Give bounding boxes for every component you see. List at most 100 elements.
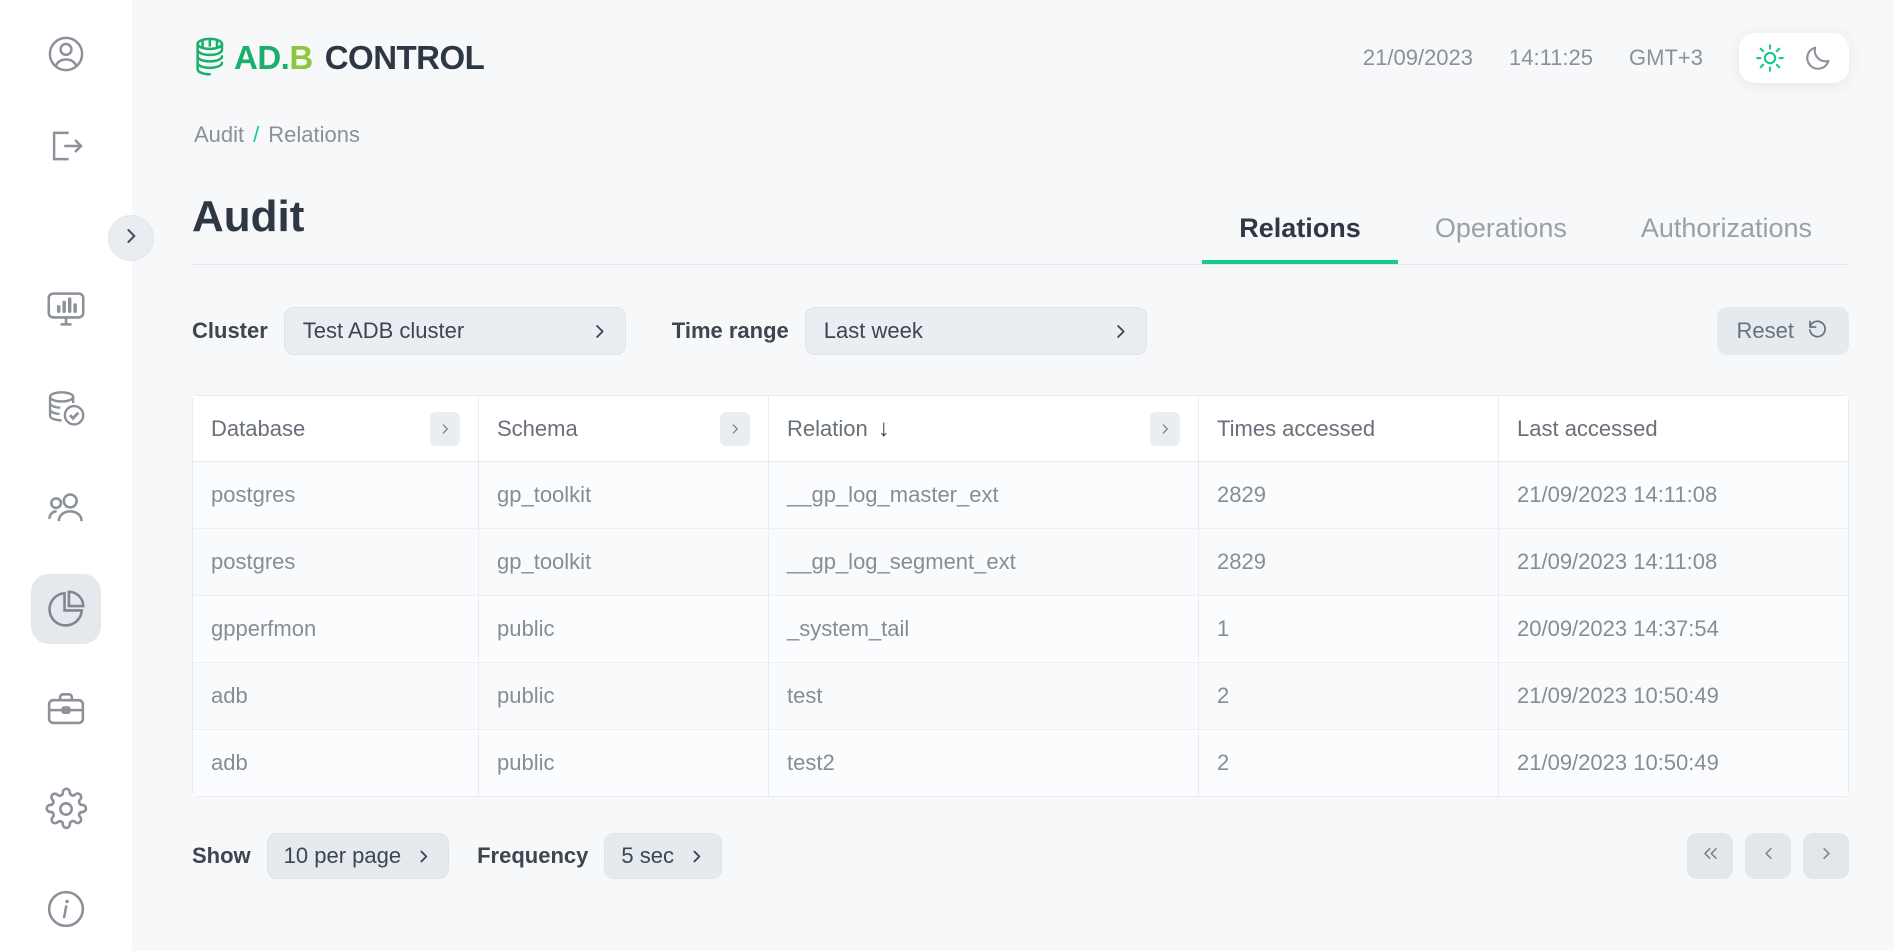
moon-icon[interactable] — [1803, 43, 1833, 73]
cell-schema: public — [479, 596, 769, 662]
sidebar-item-about[interactable] — [31, 874, 101, 944]
relation-filter-button[interactable] — [1150, 411, 1180, 446]
cell-times-accessed: 2829 — [1199, 529, 1499, 595]
cell-relation: __gp_log_master_ext — [769, 462, 1199, 528]
logo-text-adb: AD. — [234, 39, 290, 76]
page-title: Audit — [192, 192, 305, 241]
theme-toggle — [1739, 33, 1849, 83]
table-header-times-accessed-label: Times accessed — [1217, 415, 1376, 441]
cell-database: postgres — [193, 529, 479, 595]
cell-relation: _system_tail — [769, 596, 1199, 662]
pagination — [1687, 833, 1849, 879]
table-row[interactable]: adb public test2 2 21/09/2023 10:50:49 — [193, 730, 1848, 796]
cell-schema: gp_toolkit — [479, 529, 769, 595]
frequency-value: 5 sec — [621, 843, 674, 868]
sidebar-item-audit[interactable] — [31, 574, 101, 644]
timerange-select[interactable]: Last week — [804, 307, 1147, 355]
reset-button-label: Reset — [1736, 318, 1794, 343]
table-row[interactable]: adb public test 2 21/09/2023 10:50:49 — [193, 663, 1848, 730]
cell-schema: gp_toolkit — [479, 462, 769, 528]
sidebar-item-toolbox[interactable] — [31, 674, 101, 744]
cluster-select[interactable]: Test ADB cluster — [283, 307, 626, 355]
sidebar-item-users[interactable] — [31, 474, 101, 544]
cluster-select-value: Test ADB cluster — [302, 318, 465, 343]
sort-descending-icon[interactable]: ↓ — [878, 416, 890, 441]
database-check-icon — [44, 387, 88, 431]
table-row[interactable]: postgres gp_toolkit __gp_log_master_ext … — [193, 462, 1848, 529]
prev-page-button[interactable] — [1745, 833, 1791, 879]
relations-table: Database Schema Relation ↓ Times accesse… — [192, 395, 1849, 797]
cell-times-accessed: 2829 — [1199, 462, 1499, 528]
table-row[interactable]: gpperfmon public _system_tail 1 20/09/20… — [193, 596, 1848, 663]
table-footer: Show 10 per page Frequency 5 sec — [192, 833, 1849, 879]
sidebar-top-group — [38, 0, 94, 174]
users-icon — [44, 487, 88, 531]
sidebar-item-settings[interactable] — [31, 774, 101, 844]
table-header-relation: Relation ↓ — [769, 396, 1199, 462]
tab-operations[interactable]: Operations — [1398, 213, 1604, 264]
gear-icon — [44, 787, 88, 831]
table-header-relation-label[interactable]: Relation — [787, 416, 868, 442]
chevron-right-icon — [1817, 844, 1836, 868]
sidebar-item-backup[interactable] — [31, 374, 101, 444]
database-filter-button[interactable] — [430, 411, 460, 446]
table-header-last-accessed-label: Last accessed — [1517, 415, 1658, 441]
cell-times-accessed: 2 — [1199, 663, 1499, 729]
frequency-select[interactable]: 5 sec — [604, 833, 722, 879]
current-time: 14:11:25 — [1509, 45, 1594, 70]
table-header-schema: Schema — [479, 396, 769, 462]
cell-relation: test — [769, 663, 1199, 729]
first-page-button[interactable] — [1687, 833, 1733, 879]
logo-text-b: B — [289, 39, 313, 76]
table-body: postgres gp_toolkit __gp_log_master_ext … — [193, 462, 1848, 796]
breadcrumb-root[interactable]: Audit — [194, 122, 244, 148]
timerange-label: Time range — [671, 318, 789, 343]
schema-filter-button[interactable] — [720, 411, 750, 446]
user-circle-icon — [45, 33, 87, 75]
chevron-left-icon — [1759, 844, 1778, 868]
table-header-times-accessed: Times accessed — [1199, 396, 1499, 462]
tab-bar: Relations Operations Authorizations — [1202, 213, 1849, 264]
cell-times-accessed: 2 — [1199, 730, 1499, 796]
tab-authorizations[interactable]: Authorizations — [1604, 213, 1849, 264]
breadcrumb-separator: / — [253, 122, 260, 147]
cell-relation: test2 — [769, 730, 1199, 796]
reset-button[interactable]: Reset — [1716, 307, 1849, 355]
logout-icon — [45, 125, 87, 167]
table-header-schema-label: Schema — [497, 415, 578, 441]
tab-relations[interactable]: Relations — [1202, 213, 1398, 264]
table-header-database-label: Database — [211, 415, 306, 441]
cell-database: adb — [193, 663, 479, 729]
topbar: AD. B CONTROL 21/09/2023 14:11:25 GMT+3 — [192, 0, 1849, 108]
breadcrumb: Audit / Relations — [192, 108, 1849, 148]
cell-last-accessed: 20/09/2023 14:37:54 — [1517, 616, 1719, 641]
chevron-right-icon — [590, 322, 609, 341]
app-root: AD.B CONTROL 21/09/2023 14:11:25 GMT+3 — [0, 0, 1894, 951]
cell-relation: __gp_log_segment_ext — [769, 529, 1199, 595]
per-page-select[interactable]: 10 per page — [266, 833, 450, 879]
table-header-database: Database — [193, 396, 479, 462]
chevron-right-icon — [121, 226, 141, 251]
table-header-last-accessed: Last accessed — [1499, 396, 1848, 462]
monitor-chart-icon — [44, 287, 88, 331]
cell-database: gpperfmon — [193, 596, 479, 662]
topbar-right: 21/09/2023 14:11:25 GMT+3 — [1363, 33, 1849, 83]
refresh-ccw-icon — [1806, 317, 1829, 346]
sidebar-expand-toggle[interactable] — [108, 215, 154, 261]
chevrons-left-icon — [1701, 844, 1720, 868]
pie-chart-icon — [44, 587, 88, 631]
timezone-label: GMT+3 — [1629, 45, 1703, 70]
cell-last-accessed: 21/09/2023 14:11:08 — [1517, 482, 1718, 507]
chevron-right-icon — [415, 848, 432, 865]
cell-last-accessed: 21/09/2023 10:50:49 — [1517, 683, 1719, 708]
cell-schema: public — [479, 730, 769, 796]
sidebar-item-monitoring[interactable] — [31, 274, 101, 344]
page-header-row: Audit Relations Operations Authorization… — [192, 192, 1849, 265]
sidebar-item-profile[interactable] — [38, 26, 94, 82]
sun-icon[interactable] — [1755, 43, 1785, 73]
next-page-button[interactable] — [1803, 833, 1849, 879]
cluster-label: Cluster — [192, 318, 268, 343]
sidebar-item-logout[interactable] — [38, 118, 94, 174]
cell-times-accessed: 1 — [1199, 596, 1499, 662]
table-row[interactable]: postgres gp_toolkit __gp_log_segment_ext… — [193, 529, 1848, 596]
